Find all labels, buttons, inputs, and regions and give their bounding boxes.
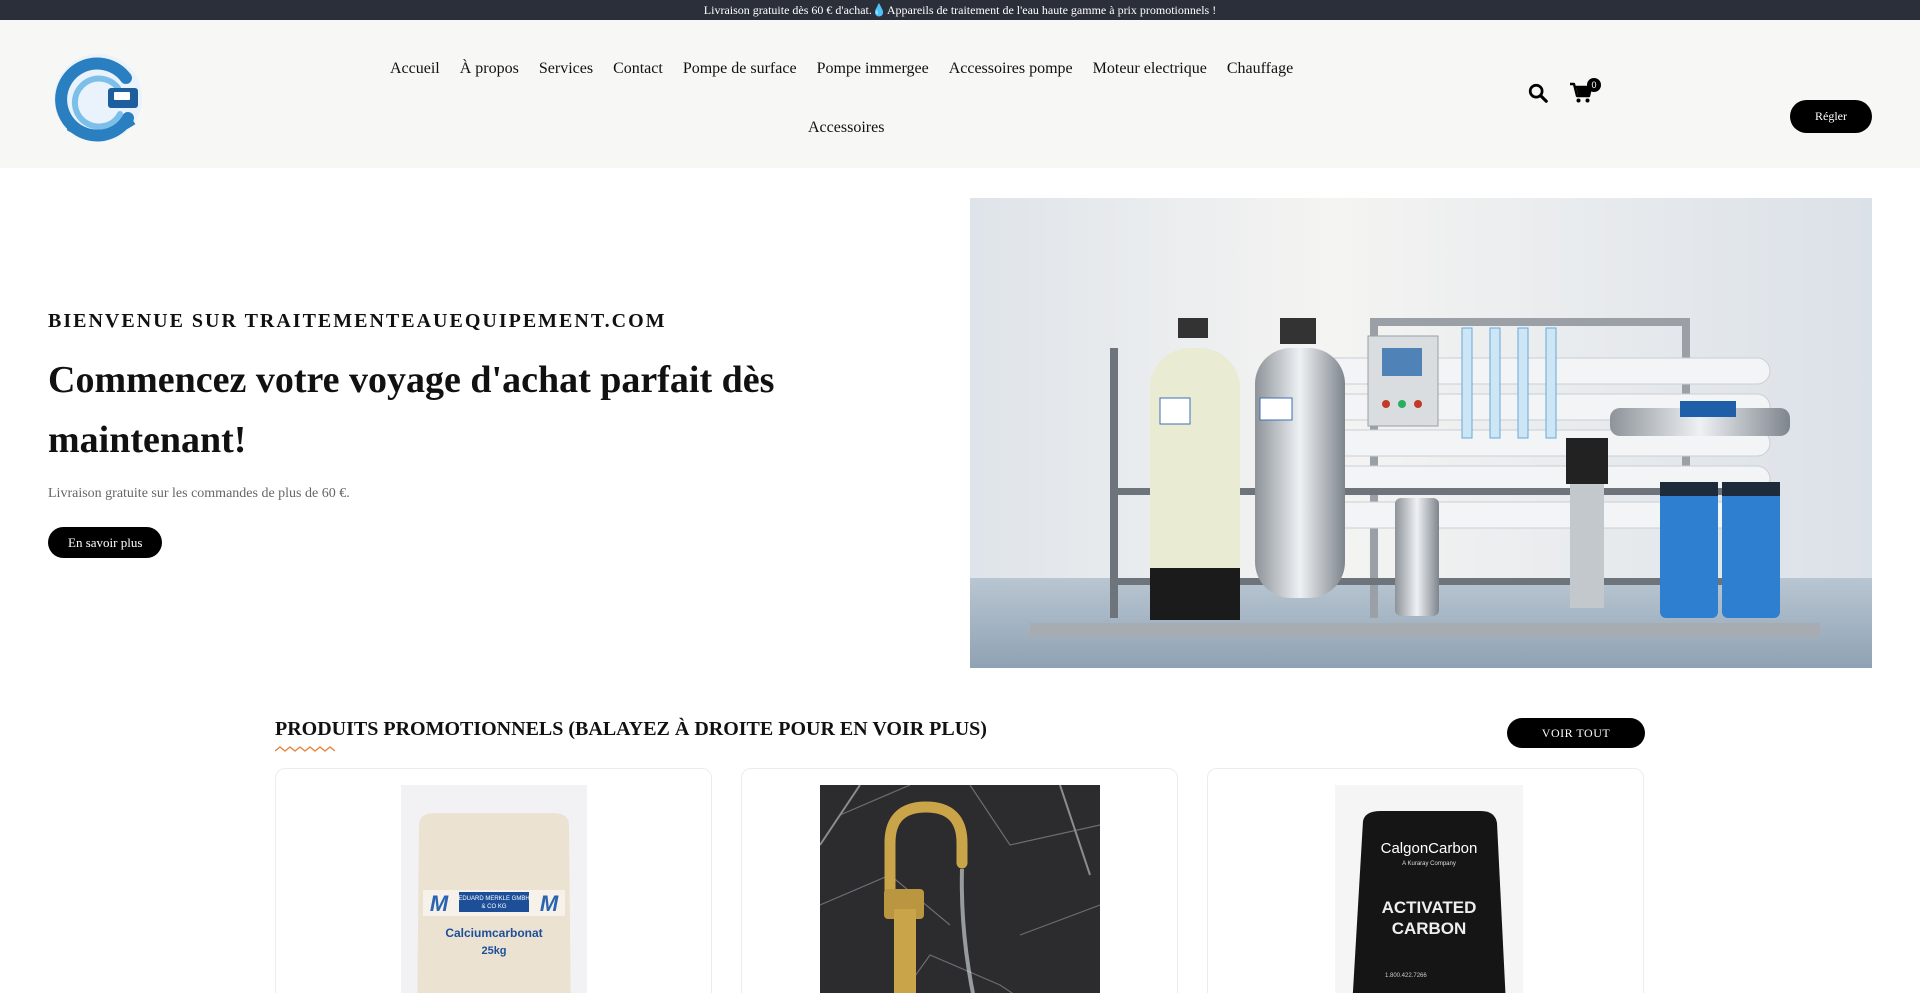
site-header: Accueil À propos Services Contact Pompe …: [0, 20, 1920, 168]
nav-item-pompe-de-surface[interactable]: Pompe de surface: [673, 54, 807, 84]
bag-tagline: A Kuraray Company: [1402, 861, 1456, 867]
bag-logo-m-right: M: [540, 891, 559, 916]
site-logo[interactable]: [48, 48, 148, 148]
bag-brand-line2: & CO KG: [481, 904, 506, 910]
cart-count-badge: 0: [1587, 78, 1601, 92]
bag-product-line1: ACTIVATED: [1382, 898, 1477, 917]
product-image-calciumcarbonat-bag: EDUARD MERKLE GMBH & CO KG M M Calciumca…: [401, 785, 587, 993]
nav-item-accessoires[interactable]: Accessoires: [798, 113, 894, 143]
settle-button[interactable]: Régler: [1790, 100, 1872, 133]
nav-item-contact[interactable]: Contact: [603, 54, 673, 84]
hero-image-water-treatment-system: [970, 198, 1872, 668]
bag-weight: 25kg: [481, 945, 506, 957]
header-icons: 0: [1527, 78, 1601, 106]
promo-section-title: PRODUITS PROMOTIONNELS (BALAYEZ À DROITE…: [275, 718, 987, 740]
product-card[interactable]: CalgonCarbon A Kuraray Company ACTIVATED…: [1207, 768, 1644, 993]
nav-item-chauffage[interactable]: Chauffage: [1217, 54, 1303, 84]
hero-subtitle: Livraison gratuite sur les commandes de …: [48, 486, 350, 501]
view-all-button[interactable]: VOIR TOUT: [1507, 718, 1645, 748]
nav-item-services[interactable]: Services: [529, 54, 603, 84]
cart-icon[interactable]: 0: [1569, 78, 1601, 106]
bag-product-name: Calciumcarbonat: [445, 926, 542, 940]
product-image-activated-carbon-bag: CalgonCarbon A Kuraray Company ACTIVATED…: [1335, 785, 1523, 993]
nav-item-moteur-electrique[interactable]: Moteur electrique: [1083, 54, 1217, 84]
search-icon[interactable]: [1527, 82, 1551, 106]
title-wave-decoration: [275, 746, 335, 752]
product-card[interactable]: [741, 768, 1178, 993]
nav-item-accessoires-pompe[interactable]: Accessoires pompe: [939, 54, 1083, 84]
product-card[interactable]: EDUARD MERKLE GMBH & CO KG M M Calciumca…: [275, 768, 712, 993]
hero-title: Commencez votre voyage d'achat parfait d…: [48, 359, 775, 461]
learn-more-button[interactable]: En savoir plus: [48, 527, 163, 558]
bag-brand: CalgonCarbon: [1381, 840, 1478, 857]
bag-logo-m-left: M: [430, 891, 449, 916]
nav-item-pompe-immergee[interactable]: Pompe immergee: [807, 54, 939, 84]
bag-brand-line1: EDUARD MERKLE GMBH: [458, 896, 529, 902]
bag-phone: 1.800.422.7266: [1385, 973, 1427, 979]
main-nav-row2: Accessoires: [798, 113, 894, 143]
nav-item-accueil[interactable]: Accueil: [380, 54, 450, 84]
hero-eyebrow: BIENVENUE SUR TRAITEMENTEAUEQUIPEMENT.CO…: [48, 310, 667, 332]
main-nav: Accueil À propos Services Contact Pompe …: [380, 54, 1303, 84]
announcement-text: Livraison gratuite dès 60 € d'achat.💧App…: [703, 3, 1217, 17]
announcement-bar: Livraison gratuite dès 60 € d'achat.💧App…: [0, 0, 1920, 20]
nav-item-a-propos[interactable]: À propos: [450, 54, 529, 84]
product-image-gold-faucet: [820, 785, 1100, 993]
bag-product-line2: CARBON: [1392, 919, 1467, 938]
